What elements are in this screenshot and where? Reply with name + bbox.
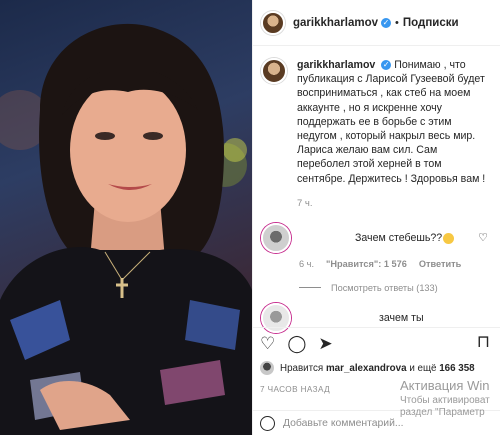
heart-icon[interactable]: ♡ — [260, 334, 275, 354]
emoji-icon — [443, 232, 455, 244]
post-photo[interactable] — [0, 0, 252, 435]
replies-line — [299, 287, 321, 289]
comment-item: Зачем стебешь?? ♡ — [253, 209, 500, 253]
likes-count[interactable]: 166 358 — [439, 363, 474, 374]
caption-time: 7 ч. — [297, 197, 313, 209]
comment-meta: 6 ч. "Нравится": 1 576 Ответить — [299, 259, 500, 269]
bookmark-icon[interactable]: ⊓ — [477, 332, 490, 352]
verified-badge-icon: ✓ — [381, 17, 392, 28]
caption-avatar[interactable] — [261, 58, 287, 84]
woman-portrait-image — [0, 23, 252, 435]
comment-likes[interactable]: "Нравится": 1 576 — [326, 259, 407, 269]
comment-reply-button[interactable]: Ответить — [419, 259, 461, 269]
author-username[interactable]: garikkharlamov — [293, 17, 378, 29]
liker-avatar[interactable] — [260, 361, 274, 375]
post-date[interactable]: 7 ЧАСОВ НАЗАД — [260, 385, 330, 394]
liker-username[interactable]: mar_alexandrova — [326, 363, 407, 374]
view-replies-label[interactable]: Посмотреть ответы (133) — [331, 283, 438, 293]
activation-title: Активация Win — [400, 378, 490, 393]
comment-time: 6 ч. — [299, 258, 315, 269]
comment-text: зачем ты — [379, 311, 424, 324]
share-icon[interactable]: ➤ — [318, 334, 332, 354]
comment-icon[interactable]: ◯ — [287, 334, 306, 354]
emoji-icon[interactable] — [260, 415, 275, 431]
action-bar: ♡ ◯ ➤ ⊓ — [252, 327, 500, 355]
add-comment-input[interactable]: Добавьте комментарий... — [283, 418, 404, 429]
likes-and-more: и ещё — [409, 362, 437, 374]
following-button[interactable]: Подписки — [403, 17, 459, 29]
post-header: garikkharlamov ✓ • Подписки — [253, 0, 500, 46]
likes-summary: Нравится mar_alexandrova и ещё 166 358 — [260, 361, 475, 375]
windows-activation-watermark: Активация Win Чтобы активироват раздел "… — [400, 378, 500, 418]
view-replies[interactable]: Посмотреть ответы (133) — [299, 283, 500, 293]
comment-like-heart-icon[interactable]: ♡ — [478, 231, 488, 244]
activation-line1: Чтобы активироват — [400, 395, 490, 406]
caption: garikkharlamov ✓ Понимаю , что публикаци… — [253, 46, 500, 186]
activation-line2: раздел "Параметр — [400, 407, 485, 418]
comment-text: Зачем стебешь?? — [355, 231, 455, 244]
commenter-avatar[interactable] — [261, 222, 291, 253]
likes-prefix: Нравится — [280, 362, 324, 374]
caption-text-block: garikkharlamov ✓ Понимаю , что публикаци… — [297, 58, 492, 186]
comment-text-value: Зачем стебешь?? — [355, 231, 443, 244]
author-avatar[interactable] — [261, 10, 285, 35]
verified-badge-icon: ✓ — [381, 60, 392, 71]
header-separator: • — [395, 16, 399, 29]
caption-text: Понимаю , что публикация с Ларисой Гузее… — [297, 59, 486, 185]
caption-username[interactable]: garikkharlamov — [297, 59, 375, 71]
